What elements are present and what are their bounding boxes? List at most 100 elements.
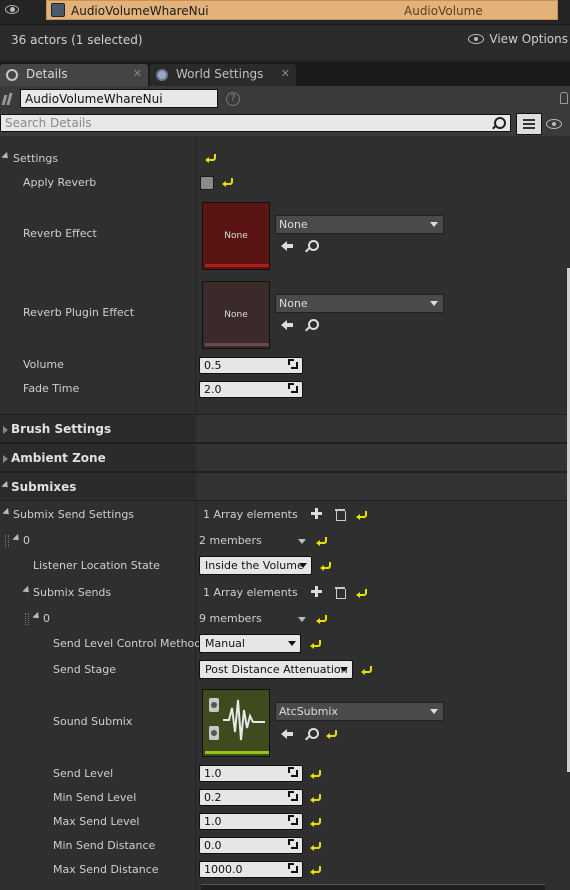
tab-world-settings[interactable]: World Settings ✕ <box>150 64 296 86</box>
outliner-item-type: AudioVolume <box>404 4 483 18</box>
submix-send-settings-label: Submix Send Settings <box>13 508 135 521</box>
eye-icon[interactable] <box>546 119 562 129</box>
reset-to-default-icon[interactable] <box>311 770 321 778</box>
fade-time-value: 2.0 <box>204 383 222 396</box>
tab-details[interactable]: Details ✕ <box>0 64 148 86</box>
min-send-distance-input[interactable]: 0.0 <box>199 837 303 854</box>
reset-to-default-icon[interactable] <box>311 866 321 874</box>
send-index-label: 0 <box>43 612 50 625</box>
visibility-eye-icon[interactable] <box>5 5 19 14</box>
column-divider[interactable] <box>195 136 196 890</box>
close-icon[interactable]: ✕ <box>133 67 142 80</box>
reset-to-default-icon[interactable] <box>327 730 337 738</box>
use-selected-arrow-icon[interactable] <box>281 728 293 740</box>
reset-to-default-icon[interactable] <box>311 794 321 802</box>
max-send-distance-input[interactable]: 1000.0 <box>199 861 303 878</box>
reverb-effect-picker[interactable]: None <box>275 215 444 234</box>
reverb-plugin-picker[interactable]: None <box>275 294 444 313</box>
search-details-input[interactable] <box>0 114 511 132</box>
browse-asset-icon[interactable] <box>305 240 319 252</box>
browse-asset-icon[interactable] <box>305 728 319 740</box>
use-selected-arrow-icon[interactable] <box>281 319 293 331</box>
reset-to-default-icon[interactable] <box>311 842 321 850</box>
list-line <box>523 119 535 121</box>
category-header-fill <box>196 473 570 500</box>
apply-reverb-checkbox[interactable] <box>200 176 214 190</box>
category-ambient-zone[interactable]: Ambient Zone <box>0 443 570 472</box>
send-level-control-method-select[interactable]: Manual <box>199 634 301 653</box>
send-level-control-method-value: Manual <box>205 637 245 650</box>
collapse-arrow-icon[interactable] <box>22 585 32 596</box>
submix-send-settings-count: 1 Array elements <box>203 508 298 521</box>
category-header-fill <box>196 444 570 471</box>
reverb-plugin-thumbnail[interactable]: None <box>202 281 270 349</box>
drag-handle-icon[interactable] <box>5 535 9 547</box>
reset-to-default-icon[interactable] <box>317 615 327 623</box>
fade-time-input[interactable]: 2.0 <box>199 381 303 398</box>
drag-spin-icon <box>288 863 298 873</box>
reset-to-default-icon[interactable] <box>362 666 372 674</box>
min-send-level-label: Min Send Level <box>53 791 137 804</box>
use-selected-arrow-icon[interactable] <box>281 240 293 252</box>
globe-icon <box>156 69 168 81</box>
element-members-dropdown[interactable]: 2 members <box>199 534 309 547</box>
listener-location-state-select[interactable]: Inside the Volume <box>199 556 312 575</box>
help-icon[interactable]: ? <box>226 92 240 106</box>
max-send-distance-label: Max Send Distance <box>53 863 159 876</box>
details-panel: Settings Apply Reverb Reverb Effect None… <box>0 136 570 890</box>
thumbnail-none-text: None <box>224 310 248 320</box>
reverb-effect-thumbnail[interactable]: None <box>202 202 270 270</box>
empty-array-trash-icon[interactable] <box>335 508 346 521</box>
reset-to-default-icon[interactable] <box>317 537 327 545</box>
chevron-down-icon <box>430 301 438 306</box>
min-send-level-input[interactable]: 0.2 <box>199 789 303 806</box>
search-icon <box>492 117 506 129</box>
category-header-fill <box>196 415 570 442</box>
volume-input[interactable]: 0.5 <box>199 357 303 374</box>
reset-to-default-icon[interactable] <box>321 562 331 570</box>
members-count: 2 members <box>199 534 262 547</box>
sound-submix-thumbnail[interactable] <box>202 689 270 757</box>
send-stage-select[interactable]: Post Distance Attenuation <box>199 660 353 679</box>
empty-array-trash-icon[interactable] <box>335 586 346 599</box>
reset-to-default-icon[interactable] <box>311 818 321 826</box>
collapse-arrow-icon[interactable] <box>1 151 11 162</box>
lock-icon[interactable] <box>560 92 568 104</box>
outliner-item-audio-volume[interactable]: AudioVolumeWhareNui AudioVolume <box>46 0 558 20</box>
fade-time-label: Fade Time <box>23 382 80 395</box>
audio-volume-actor-icon <box>51 3 65 17</box>
add-element-plus-icon[interactable] <box>311 508 322 519</box>
drag-spin-icon <box>288 815 298 825</box>
collapse-arrow-icon[interactable] <box>2 507 12 518</box>
collapse-arrow-icon[interactable] <box>32 611 42 622</box>
reset-to-default-icon[interactable] <box>206 154 216 162</box>
thumbnail-none-text: None <box>224 231 248 241</box>
category-brush-settings[interactable]: Brush Settings <box>0 414 570 443</box>
eye-icon <box>468 34 485 44</box>
send-level-input[interactable]: 1.0 <box>199 765 303 782</box>
reset-to-default-icon[interactable] <box>311 640 321 648</box>
reset-to-default-icon[interactable] <box>223 178 233 186</box>
category-submixes[interactable]: Submixes <box>0 472 570 501</box>
reset-to-default-icon[interactable] <box>357 589 367 597</box>
sound-submix-picker[interactable]: AtcSubmix <box>275 702 444 721</box>
brush-settings-label: Brush Settings <box>11 422 112 436</box>
min-send-distance-label: Min Send Distance <box>53 839 156 852</box>
max-send-distance-value: 1000.0 <box>204 863 243 876</box>
collapse-arrow-icon <box>1 480 11 491</box>
reset-to-default-icon[interactable] <box>357 511 367 519</box>
property-matrix-button[interactable] <box>516 113 542 135</box>
close-icon[interactable]: ✕ <box>281 67 290 80</box>
drag-handle-icon[interactable] <box>25 613 29 625</box>
view-options-button[interactable]: View Options <box>468 32 568 46</box>
send-level-value: 1.0 <box>204 767 222 780</box>
view-options-label: View Options <box>489 32 568 46</box>
add-element-plus-icon[interactable] <box>311 586 322 597</box>
browse-asset-icon[interactable] <box>305 319 319 331</box>
curve-editor-strip[interactable] <box>201 884 545 890</box>
send-members-dropdown[interactable]: 9 members <box>199 612 309 625</box>
max-send-level-input[interactable]: 1.0 <box>199 813 303 830</box>
actor-name-input[interactable] <box>20 89 218 108</box>
collapse-arrow-icon[interactable] <box>12 533 22 544</box>
tab-world-settings-label: World Settings <box>176 67 264 81</box>
